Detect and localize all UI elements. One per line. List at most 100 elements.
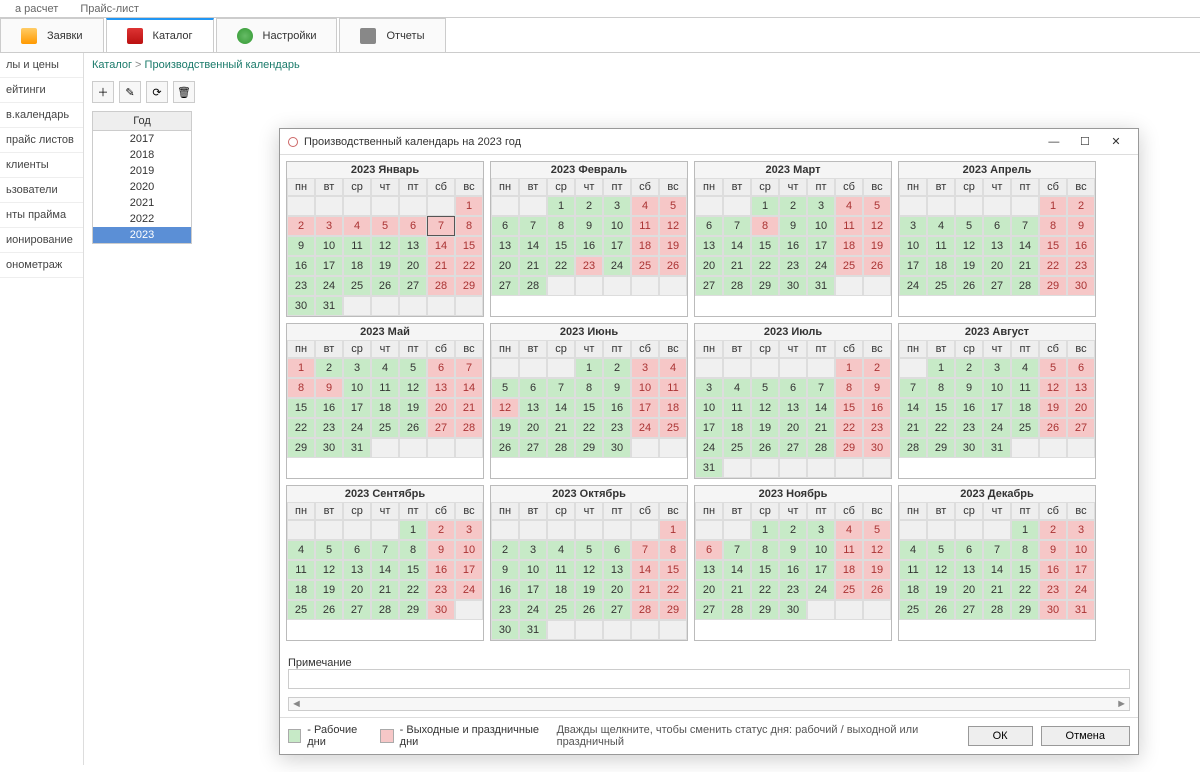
day-cell[interactable]: 11 bbox=[547, 560, 575, 580]
day-cell[interactable]: 28 bbox=[519, 276, 547, 296]
day-cell[interactable]: 11 bbox=[927, 236, 955, 256]
day-cell[interactable]: 6 bbox=[491, 216, 519, 236]
day-cell[interactable]: 28 bbox=[427, 276, 455, 296]
day-cell[interactable]: 1 bbox=[547, 196, 575, 216]
day-cell[interactable]: 28 bbox=[455, 418, 483, 438]
day-cell[interactable]: 13 bbox=[519, 398, 547, 418]
day-cell[interactable]: 8 bbox=[751, 540, 779, 560]
day-cell[interactable]: 10 bbox=[1067, 540, 1095, 560]
year-row[interactable]: 2020 bbox=[93, 179, 191, 195]
day-cell[interactable]: 24 bbox=[519, 600, 547, 620]
sidebar-item[interactable]: нты прайма bbox=[0, 203, 83, 228]
day-cell[interactable]: 17 bbox=[455, 560, 483, 580]
day-cell[interactable]: 14 bbox=[807, 398, 835, 418]
add-button[interactable]: ＋ bbox=[92, 81, 114, 103]
day-cell[interactable]: 18 bbox=[835, 560, 863, 580]
day-cell[interactable]: 6 bbox=[519, 378, 547, 398]
day-cell[interactable]: 16 bbox=[955, 398, 983, 418]
day-cell[interactable]: 17 bbox=[983, 398, 1011, 418]
day-cell[interactable]: 21 bbox=[427, 256, 455, 276]
day-cell[interactable]: 10 bbox=[807, 540, 835, 560]
day-cell[interactable]: 8 bbox=[751, 216, 779, 236]
day-cell[interactable]: 14 bbox=[455, 378, 483, 398]
day-cell[interactable]: 29 bbox=[1039, 276, 1067, 296]
day-cell[interactable]: 28 bbox=[723, 600, 751, 620]
day-cell[interactable]: 30 bbox=[491, 620, 519, 640]
day-cell[interactable]: 20 bbox=[519, 418, 547, 438]
day-cell[interactable]: 23 bbox=[779, 256, 807, 276]
day-cell[interactable]: 5 bbox=[863, 520, 891, 540]
day-cell[interactable]: 2 bbox=[287, 216, 315, 236]
day-cell[interactable]: 27 bbox=[603, 600, 631, 620]
day-cell[interactable]: 11 bbox=[371, 378, 399, 398]
day-cell[interactable]: 27 bbox=[427, 418, 455, 438]
day-cell[interactable]: 13 bbox=[427, 378, 455, 398]
day-cell[interactable]: 21 bbox=[455, 398, 483, 418]
day-cell[interactable]: 25 bbox=[287, 600, 315, 620]
day-cell[interactable]: 10 bbox=[631, 378, 659, 398]
day-cell[interactable]: 11 bbox=[343, 236, 371, 256]
day-cell[interactable]: 16 bbox=[427, 560, 455, 580]
day-cell[interactable]: 9 bbox=[315, 378, 343, 398]
main-tab-Заявки[interactable]: Заявки bbox=[0, 18, 104, 52]
day-cell[interactable]: 13 bbox=[399, 236, 427, 256]
day-cell[interactable]: 24 bbox=[807, 256, 835, 276]
day-cell[interactable]: 3 bbox=[603, 196, 631, 216]
day-cell[interactable]: 14 bbox=[371, 560, 399, 580]
day-cell[interactable]: 9 bbox=[603, 378, 631, 398]
day-cell[interactable]: 9 bbox=[955, 378, 983, 398]
day-cell[interactable]: 25 bbox=[1011, 418, 1039, 438]
day-cell[interactable]: 26 bbox=[371, 276, 399, 296]
day-cell[interactable]: 27 bbox=[519, 438, 547, 458]
day-cell[interactable]: 9 bbox=[1067, 216, 1095, 236]
day-cell[interactable]: 22 bbox=[751, 580, 779, 600]
day-cell[interactable]: 29 bbox=[751, 276, 779, 296]
day-cell[interactable]: 27 bbox=[491, 276, 519, 296]
day-cell[interactable]: 14 bbox=[723, 236, 751, 256]
day-cell[interactable]: 8 bbox=[1039, 216, 1067, 236]
day-cell[interactable]: 21 bbox=[899, 418, 927, 438]
day-cell[interactable]: 18 bbox=[723, 418, 751, 438]
day-cell[interactable]: 7 bbox=[371, 540, 399, 560]
day-cell[interactable]: 30 bbox=[1067, 276, 1095, 296]
day-cell[interactable]: 6 bbox=[1067, 358, 1095, 378]
day-cell[interactable]: 6 bbox=[427, 358, 455, 378]
breadcrumb-root[interactable]: Каталог bbox=[92, 59, 145, 71]
cancel-button[interactable]: Отмена bbox=[1041, 726, 1130, 746]
day-cell[interactable]: 5 bbox=[575, 540, 603, 560]
day-cell[interactable]: 22 bbox=[927, 418, 955, 438]
day-cell[interactable]: 12 bbox=[371, 236, 399, 256]
day-cell[interactable]: 26 bbox=[863, 256, 891, 276]
day-cell[interactable]: 8 bbox=[1011, 540, 1039, 560]
day-cell[interactable]: 22 bbox=[287, 418, 315, 438]
close-button[interactable]: ✕ bbox=[1102, 135, 1130, 148]
day-cell[interactable]: 5 bbox=[315, 540, 343, 560]
day-cell[interactable]: 29 bbox=[455, 276, 483, 296]
day-cell[interactable]: 28 bbox=[723, 276, 751, 296]
day-cell[interactable]: 9 bbox=[1039, 540, 1067, 560]
day-cell[interactable]: 26 bbox=[751, 438, 779, 458]
day-cell[interactable]: 10 bbox=[983, 378, 1011, 398]
day-cell[interactable]: 30 bbox=[863, 438, 891, 458]
year-row[interactable]: 2022 bbox=[93, 211, 191, 227]
day-cell[interactable]: 15 bbox=[751, 236, 779, 256]
day-cell[interactable]: 1 bbox=[575, 358, 603, 378]
day-cell[interactable]: 14 bbox=[427, 236, 455, 256]
day-cell[interactable]: 25 bbox=[723, 438, 751, 458]
day-cell[interactable]: 5 bbox=[371, 216, 399, 236]
day-cell[interactable]: 21 bbox=[547, 418, 575, 438]
day-cell[interactable]: 26 bbox=[575, 600, 603, 620]
day-cell[interactable]: 26 bbox=[399, 418, 427, 438]
day-cell[interactable]: 19 bbox=[399, 398, 427, 418]
year-row[interactable]: 2021 bbox=[93, 195, 191, 211]
day-cell[interactable]: 1 bbox=[751, 196, 779, 216]
day-cell[interactable]: 1 bbox=[1039, 196, 1067, 216]
day-cell[interactable]: 2 bbox=[1039, 520, 1067, 540]
day-cell[interactable]: 3 bbox=[899, 216, 927, 236]
day-cell[interactable]: 17 bbox=[343, 398, 371, 418]
day-cell[interactable]: 11 bbox=[899, 560, 927, 580]
day-cell[interactable]: 3 bbox=[807, 196, 835, 216]
day-cell[interactable]: 12 bbox=[751, 398, 779, 418]
day-cell[interactable]: 5 bbox=[659, 196, 687, 216]
day-cell[interactable]: 20 bbox=[955, 580, 983, 600]
